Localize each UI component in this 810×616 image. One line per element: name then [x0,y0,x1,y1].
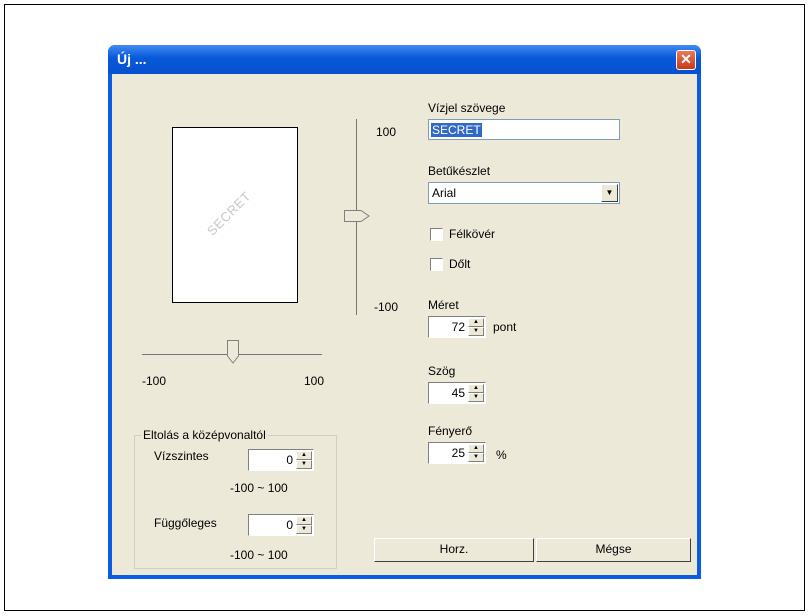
cancel-button[interactable]: Mégse [536,538,691,562]
brightness-spinner[interactable]: 25 ▲ ▼ [428,442,486,464]
spin-up-icon[interactable]: ▲ [468,444,484,453]
vertical-offset-label: Függőleges [154,516,217,530]
size-unit: pont [493,320,517,334]
spin-up-icon[interactable]: ▲ [468,318,484,327]
brightness-unit: % [496,448,507,462]
ok-button[interactable]: Horz. [374,538,534,562]
watermark-text-label: Vízjel szövege [428,101,506,115]
vertical-offset-value: 0 [286,518,293,532]
font-value: Arial [432,186,457,200]
size-spinner[interactable]: 72 ▲ ▼ [428,316,486,338]
size-value: 72 [451,320,465,334]
vertical-slider-min: -100 [374,300,399,314]
angle-value: 45 [451,386,465,400]
watermark-text-input[interactable]: SECRET [428,119,620,140]
angle-spinner[interactable]: 45 ▲ ▼ [428,382,486,404]
vertical-offset-range: -100 ~ 100 [230,548,288,562]
window-title: Új ... [117,51,147,67]
horizontal-slider-max: 100 [304,374,325,388]
spin-up-icon[interactable]: ▲ [468,384,484,393]
italic-label: Dőlt [449,257,471,271]
spin-down-icon[interactable]: ▼ [296,460,312,469]
vertical-slider-max: 100 [376,125,397,139]
title-bar[interactable]: Új ... ✕ [108,45,701,74]
dialog-client: SECRET -100 100 Eltolás a középvonaltól … [112,74,697,575]
horizontal-slider-min: -100 [142,374,167,388]
spin-down-icon[interactable]: ▼ [468,453,484,462]
size-label: Méret [428,298,459,312]
spin-down-icon[interactable]: ▼ [468,393,484,402]
chevron-down-icon[interactable]: ▼ [601,184,618,202]
vertical-slider-thumb[interactable] [344,210,370,222]
spin-up-icon[interactable]: ▲ [296,451,312,460]
bold-label: Félkövér [449,227,496,241]
horizontal-slider-thumb[interactable] [227,340,239,364]
close-icon: ✕ [680,51,692,67]
horizontal-offset-label: Vízszintes [154,449,209,463]
font-select[interactable]: Arial ▼ [428,182,620,204]
preview-watermark-text: SECRET [203,188,254,239]
horizontal-offset-range: -100 ~ 100 [230,481,288,495]
spin-down-icon[interactable]: ▼ [296,525,312,534]
brightness-label: Fényerő [428,424,473,438]
offset-group-title: Eltolás a középvonaltól [141,428,268,442]
horizontal-offset-value: 0 [286,453,293,467]
watermark-preview: SECRET [172,127,298,303]
angle-label: Szög [428,364,456,378]
brightness-value: 25 [451,446,465,460]
spin-down-icon[interactable]: ▼ [468,327,484,336]
close-button[interactable]: ✕ [676,50,696,70]
vertical-offset-spinner[interactable]: 0 ▲ ▼ [248,514,314,536]
italic-checkbox[interactable] [430,258,443,271]
dialog-window: Új ... ✕ SECRET -100 100 Eltolás a közép… [108,45,701,579]
font-label: Betűkészlet [428,164,491,178]
spin-up-icon[interactable]: ▲ [296,516,312,525]
watermark-text-value: SECRET [431,123,482,137]
bold-checkbox[interactable] [430,228,443,241]
horizontal-offset-spinner[interactable]: 0 ▲ ▼ [248,449,314,471]
